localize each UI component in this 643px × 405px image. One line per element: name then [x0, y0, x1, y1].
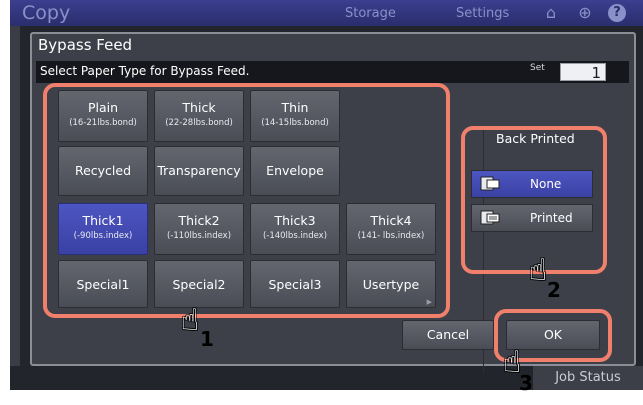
paper-label: Special1	[76, 277, 130, 292]
paper-weight: (16-21lbs.bond)	[69, 118, 137, 128]
hand-pointer-icon: ☝	[181, 303, 200, 338]
back-printed-none-button[interactable]: None	[471, 170, 593, 198]
paper-label: Thin	[281, 100, 309, 115]
paper-back-icon	[480, 176, 500, 191]
prompt-bar: Select Paper Type for Bypass Feed. Set 1	[36, 61, 629, 83]
paper-label: Special3	[268, 277, 322, 292]
tab-storage[interactable]: Storage	[345, 6, 396, 21]
paper-label: Transparency	[157, 163, 241, 178]
help-icon[interactable]: ?	[608, 4, 626, 22]
paper-label: Thick3	[274, 213, 316, 228]
paper-transparency-button[interactable]: Transparency	[154, 146, 244, 196]
paper-weight: (-140lbs.index)	[262, 231, 328, 241]
paper-plain-button[interactable]: Plain (16-21lbs.bond)	[58, 90, 148, 142]
hand-pointer-icon: ☝	[529, 253, 548, 288]
globe-icon[interactable]: ⊕	[576, 4, 594, 22]
paper-recycled-button[interactable]: Recycled Paper	[58, 146, 148, 226]
paper-label: Plain	[87, 100, 119, 115]
set-label: Set	[530, 63, 545, 73]
option-label: Printed	[530, 211, 573, 225]
prompt-text: Select Paper Type for Bypass Feed.	[40, 64, 250, 78]
cancel-button[interactable]: Cancel	[402, 320, 494, 350]
paper-thick4-button[interactable]: Thick4 (141- lbs.index)	[346, 203, 436, 255]
paper-weight: (14-15lbs.bond)	[261, 118, 329, 128]
paper-label: Special2	[172, 277, 226, 292]
dialog-title: Bypass Feed	[38, 36, 133, 54]
option-label: None	[530, 177, 562, 191]
paper-weight: (-110lbs.index)	[166, 231, 232, 241]
paper-weight: (22-28lbs.bond)	[165, 118, 233, 128]
paper-special3-button[interactable]: Special3	[250, 260, 340, 308]
paper-thick1-button[interactable]: Thick1 (-90lbs.index)	[58, 203, 148, 255]
tab-settings[interactable]: Settings	[456, 6, 509, 21]
paper-envelope-button[interactable]: Envelope	[250, 146, 340, 196]
top-bar: Copy Storage Settings ⌂ ⊕ ?	[10, 0, 643, 26]
step-number: 2	[547, 278, 561, 302]
paper-thick2-button[interactable]: Thick2 (-110lbs.index)	[154, 203, 244, 255]
app-title: Copy	[22, 2, 71, 24]
home-icon[interactable]: ⌂	[542, 4, 560, 22]
step-number: 3	[519, 371, 533, 395]
paper-label: Thick1	[82, 213, 124, 228]
background-panel	[10, 26, 20, 366]
paper-special2-button[interactable]: Special2	[154, 260, 244, 308]
back-printed-printed-button[interactable]: Printed	[471, 204, 593, 232]
paper-thick3-button[interactable]: Thick3 (-140lbs.index)	[250, 203, 340, 255]
paper-label: Thick	[182, 100, 216, 115]
back-printed-title: Back Printed	[496, 131, 575, 146]
paper-weight: (-90lbs.index)	[73, 231, 133, 241]
paper-label: Thick2	[178, 213, 220, 228]
step-number: 1	[200, 327, 214, 351]
paper-usertype-button[interactable]: Usertype ▶	[346, 260, 436, 308]
paper-label: Usertype	[362, 277, 420, 292]
set-count-field[interactable]: 1	[560, 63, 606, 82]
cancel-label: Cancel	[426, 327, 470, 342]
paper-printed-icon	[480, 210, 500, 225]
paper-thick-button[interactable]: Thick (22-28lbs.bond)	[154, 90, 244, 142]
corner-arrow-icon: ▶	[426, 298, 432, 306]
paper-thin-button[interactable]: Thin (14-15lbs.bond)	[250, 90, 340, 142]
paper-label: Envelope	[266, 163, 324, 178]
paper-special1-button[interactable]: Special1	[58, 260, 148, 308]
paper-label: Thick4	[370, 213, 412, 228]
paper-weight: (141- lbs.index)	[357, 231, 425, 241]
